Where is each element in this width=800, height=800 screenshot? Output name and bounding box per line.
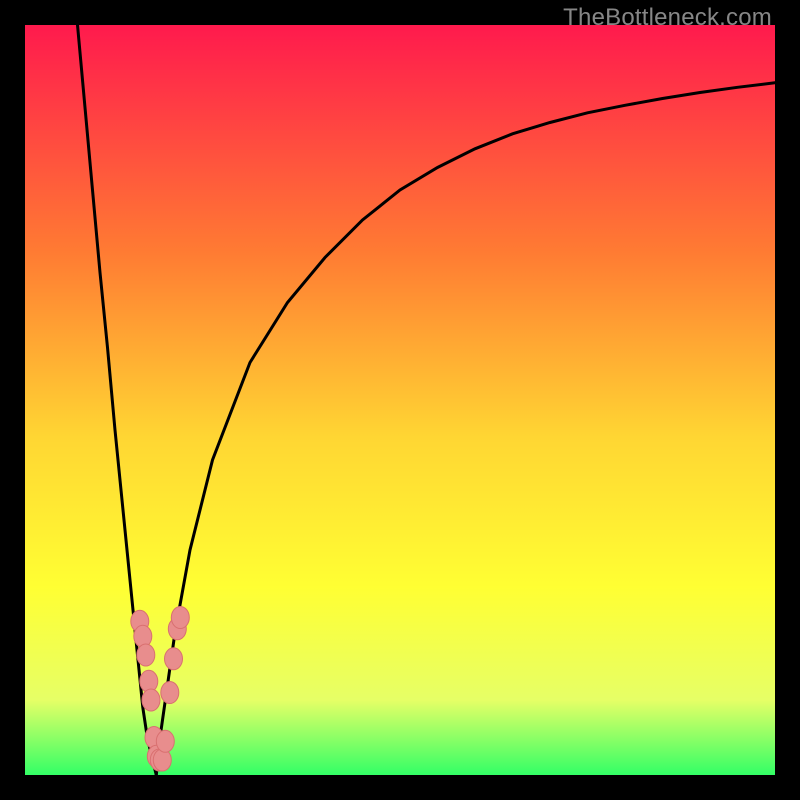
chart-frame [25, 25, 775, 775]
data-marker [161, 682, 179, 704]
data-marker [142, 689, 160, 711]
bottleneck-chart [25, 25, 775, 775]
data-marker [165, 648, 183, 670]
data-marker [137, 644, 155, 666]
data-marker [171, 607, 189, 629]
data-marker [153, 749, 171, 771]
data-marker [156, 730, 174, 752]
data-marker [134, 625, 152, 647]
watermark-text: TheBottleneck.com [563, 4, 772, 32]
